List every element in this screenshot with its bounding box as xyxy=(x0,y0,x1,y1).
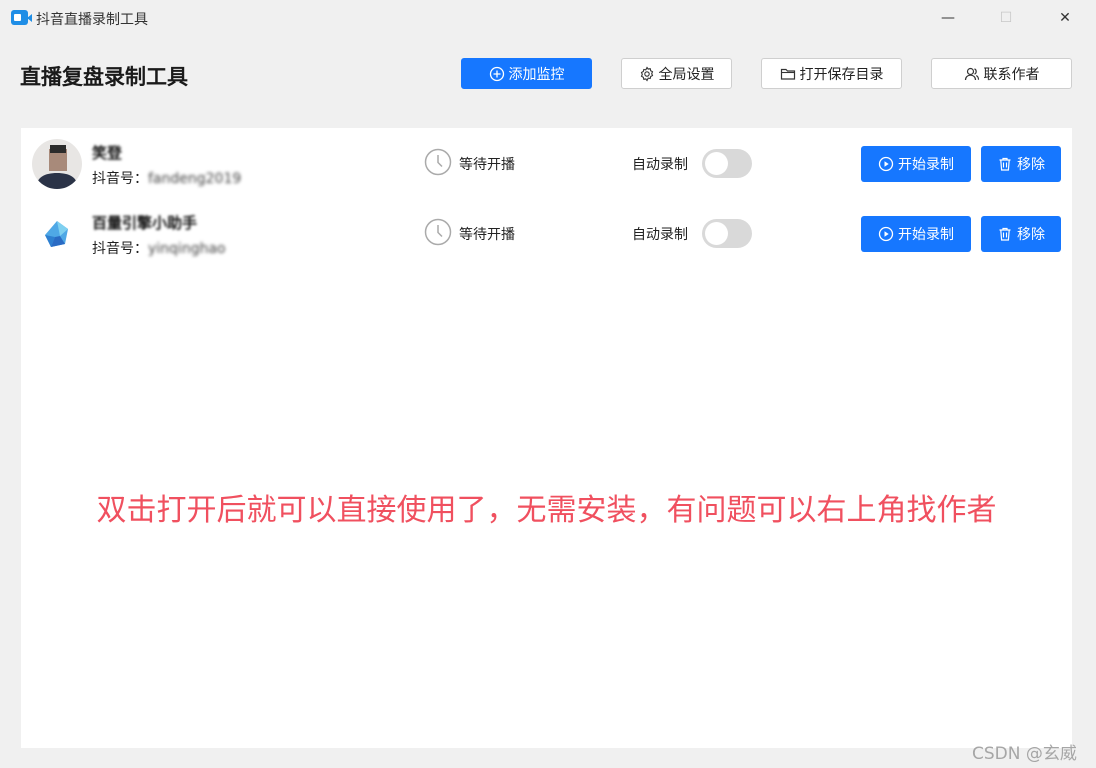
window-title: 抖音直播录制工具 xyxy=(36,12,148,28)
add-monitor-label: 添加监控 xyxy=(508,66,565,83)
auto-record-toggle[interactable] xyxy=(702,219,752,248)
douyin-id-label: 抖音号： xyxy=(92,171,148,187)
clock-icon xyxy=(424,148,452,176)
global-settings-button[interactable]: 全局设置 xyxy=(621,58,732,89)
watermark: CSDN @玄威 xyxy=(972,744,1077,764)
streamer-row: 笑登 抖音号：fandeng2019 等待开播 自动录制 开始录制 移除 xyxy=(21,128,1072,189)
folder-icon xyxy=(780,68,795,80)
streamer-name: 笑登 xyxy=(92,144,123,162)
streamer-list-panel: 笑登 抖音号：fandeng2019 等待开播 自动录制 开始录制 移除 百量引… xyxy=(21,128,1072,748)
avatar xyxy=(32,209,82,259)
minimize-button[interactable]: — xyxy=(925,0,971,36)
add-monitor-button[interactable]: 添加监控 xyxy=(461,58,592,89)
douyin-id: 抖音号：fandeng2019 xyxy=(92,168,241,188)
live-status: 等待开播 xyxy=(459,227,515,243)
streamer-name: 百量引擎小助手 xyxy=(92,214,198,232)
douyin-id-value: yinqinghao xyxy=(148,241,226,257)
app-camera-icon xyxy=(11,10,32,25)
avatar xyxy=(32,139,82,189)
global-settings-label: 全局设置 xyxy=(658,66,715,83)
auto-record-label: 自动录制 xyxy=(632,227,688,243)
start-record-button[interactable]: 开始录制 xyxy=(861,146,971,182)
contact-author-button[interactable]: 联系作者 xyxy=(931,58,1072,89)
title-bar: 抖音直播录制工具 — ☐ ✕ xyxy=(0,0,1096,38)
remove-button[interactable]: 移除 xyxy=(981,146,1061,182)
toggle-knob xyxy=(705,152,728,175)
page-title: 直播复盘录制工具 xyxy=(20,65,188,89)
douyin-id-value: fandeng2019 xyxy=(148,171,242,187)
usage-notice: 双击打开后就可以直接使用了，无需安装，有问题可以右上角找作者 xyxy=(96,493,997,528)
auto-record-label: 自动录制 xyxy=(632,157,688,173)
remove-label: 移除 xyxy=(1017,227,1045,243)
douyin-id: 抖音号：yinqinghao xyxy=(92,238,226,258)
remove-button[interactable]: 移除 xyxy=(981,216,1061,252)
douyin-id-label: 抖音号： xyxy=(92,241,148,257)
trash-icon xyxy=(999,227,1011,241)
start-record-button[interactable]: 开始录制 xyxy=(861,216,971,252)
streamer-row: 百量引擎小助手 抖音号：yinqinghao 等待开播 自动录制 开始录制 移除 xyxy=(21,198,1072,259)
start-record-label: 开始录制 xyxy=(898,157,954,173)
auto-record-toggle[interactable] xyxy=(702,149,752,178)
plus-circle-icon xyxy=(489,66,504,81)
contact-author-label: 联系作者 xyxy=(983,66,1040,83)
open-save-folder-label: 打开保存目录 xyxy=(799,66,884,83)
remove-label: 移除 xyxy=(1017,157,1045,173)
play-circle-icon xyxy=(878,156,894,172)
play-circle-icon xyxy=(878,226,894,242)
trash-icon xyxy=(999,157,1011,171)
live-status: 等待开播 xyxy=(459,157,515,173)
users-icon xyxy=(964,67,979,80)
gear-icon xyxy=(640,65,653,82)
toggle-knob xyxy=(705,222,728,245)
close-button[interactable]: ✕ xyxy=(1042,0,1088,36)
clock-icon xyxy=(424,218,452,246)
start-record-label: 开始录制 xyxy=(898,227,954,243)
open-save-folder-button[interactable]: 打开保存目录 xyxy=(761,58,902,89)
maximize-button[interactable]: ☐ xyxy=(983,0,1029,36)
